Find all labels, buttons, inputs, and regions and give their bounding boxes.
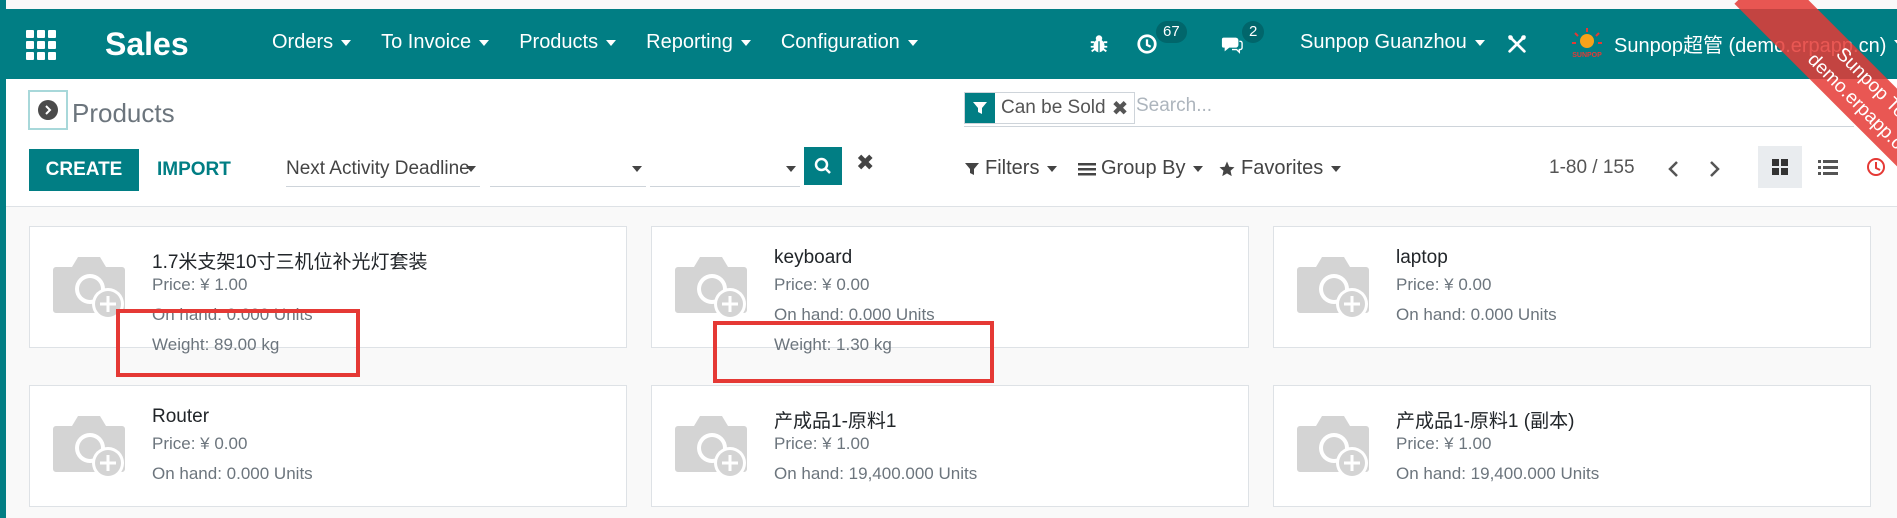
camera-placeholder-icon (1297, 257, 1369, 320)
product-price: Price: ¥ 1.00 (152, 275, 248, 294)
product-card[interactable]: Router Price: ¥ 0.00 On hand: 0.000 Unit… (29, 385, 627, 507)
product-price: Price: ¥ 1.00 (774, 434, 870, 453)
search-facet: Can be Sold ✖ (964, 92, 1136, 124)
kanban-view-icon[interactable] (1758, 146, 1802, 188)
toggle-arrow-icon (38, 100, 58, 120)
group-by-label: Group By (1101, 157, 1186, 179)
sort-order-select[interactable] (490, 151, 646, 187)
toggle-sidebar-button[interactable] (28, 90, 68, 130)
search-input[interactable] (1134, 94, 1838, 118)
create-button[interactable]: CREATE (29, 149, 139, 191)
product-on-hand: On hand: 0.000 Units (152, 464, 313, 483)
company-switcher[interactable]: Sunpop Guanzhou (1300, 31, 1485, 54)
chat-icon[interactable]: 2 (1220, 21, 1265, 57)
search-button[interactable] (804, 147, 842, 185)
favorites-dropdown[interactable]: Favorites (1218, 157, 1342, 180)
product-card[interactable]: keyboard Price: ¥ 0.00 On hand: 0.000 Un… (651, 226, 1249, 354)
camera-placeholder-icon (53, 416, 125, 479)
product-name: 1.7米支架10寸三机位补光灯套装 (152, 252, 428, 273)
activity-count-badge: 67 (1156, 21, 1187, 43)
pager-value[interactable]: 1-80 / 155 (1549, 157, 1635, 179)
group-by-dropdown[interactable]: Group By (1078, 157, 1204, 180)
navbar-systray: 67 2 Sunpop Guanzhou SUNPOP Sunpop超管 (de… (0, 21, 1897, 65)
message-count-badge: 2 (1242, 21, 1265, 43)
top-navbar: Sales Orders To Invoice Products Reporti… (0, 9, 1897, 79)
sort-field-select[interactable]: Next Activity Deadline (286, 151, 480, 187)
bars-icon (1078, 162, 1096, 175)
close-icon[interactable]: ✖ (1112, 96, 1135, 121)
search-bar: Can be Sold ✖ (964, 92, 1854, 127)
product-on-hand: On hand: 19,400.000 Units (774, 464, 978, 483)
caret-down-icon (1047, 165, 1058, 172)
product-name: keyboard (774, 247, 853, 268)
company-name: Sunpop Guanzhou (1300, 31, 1467, 53)
sort-field-value: Next Activity Deadline (286, 157, 470, 179)
product-price: Price: ¥ 0.00 (774, 275, 870, 294)
camera-placeholder-icon (1297, 416, 1369, 479)
facet-label: Can be Sold (1001, 97, 1106, 118)
camera-placeholder-icon (675, 416, 747, 479)
search-icon (814, 157, 831, 174)
favorites-label: Favorites (1241, 157, 1324, 179)
control-panel: Products Can be Sold ✖ CREATE IMPORT Nex… (6, 79, 1897, 207)
star-icon (1219, 161, 1235, 176)
product-weight: Weight: 1.30 kg (774, 335, 892, 354)
product-kanban: 1.7米支架10寸三机位补光灯套装 Price: ¥ 1.00 On hand:… (6, 207, 1897, 518)
product-price: Price: ¥ 0.00 (152, 434, 248, 453)
product-card[interactable]: laptop Price: ¥ 0.00 On hand: 0.000 Unit… (1273, 226, 1871, 348)
filter-funnel-icon (965, 162, 979, 175)
import-button[interactable]: IMPORT (149, 149, 239, 191)
product-price: Price: ¥ 1.00 (1396, 434, 1492, 453)
activity-view-icon[interactable] (1854, 146, 1897, 188)
product-on-hand: On hand: 19,400.000 Units (1396, 464, 1600, 483)
product-card[interactable]: 产成品1-原料1 Price: ¥ 1.00 On hand: 19,400.0… (651, 385, 1249, 507)
product-on-hand: On hand: 0.000 Units (152, 305, 313, 324)
product-price: Price: ¥ 0.00 (1396, 275, 1492, 294)
company-logo: SUNPOP (1572, 28, 1602, 59)
user-name: Sunpop超管 (demo.erpapp.cn) (1614, 34, 1887, 57)
product-weight: Weight: 89.00 kg (152, 335, 280, 354)
chevron-left-icon[interactable] (1658, 151, 1688, 187)
product-card[interactable]: 1.7米支架10寸三机位补光灯套装 Price: ¥ 1.00 On hand:… (29, 226, 627, 354)
filter-funnel-icon (965, 93, 995, 123)
camera-placeholder-icon (675, 257, 747, 320)
product-name: 产成品1-原料1 (副本) (1396, 411, 1575, 432)
product-name: Router (152, 406, 210, 427)
product-on-hand: On hand: 0.000 Units (1396, 305, 1557, 324)
clear-button[interactable]: ✖ (856, 150, 874, 176)
breadcrumb: Products (72, 98, 175, 128)
clock-icon[interactable]: 67 (1136, 21, 1187, 57)
list-view-icon[interactable] (1806, 146, 1850, 188)
caret-down-icon (632, 166, 642, 172)
caret-down-icon (786, 166, 796, 172)
svg-text:SUNPOP: SUNPOP (1572, 52, 1602, 59)
filter-value-select[interactable] (650, 151, 800, 187)
camera-placeholder-icon (53, 257, 125, 320)
user-menu[interactable]: SUNPOP Sunpop超管 (demo.erpapp.cn) (1570, 27, 1897, 59)
bug-icon[interactable] (1088, 33, 1112, 57)
tools-icon[interactable] (1506, 33, 1530, 57)
filters-label: Filters (985, 157, 1040, 179)
product-on-hand: On hand: 0.000 Units (774, 305, 935, 324)
left-accent-rail (0, 0, 6, 518)
filters-dropdown[interactable]: Filters (964, 157, 1058, 180)
caret-down-icon (466, 166, 476, 172)
caret-down-icon (1474, 39, 1485, 46)
caret-down-icon (1193, 165, 1204, 172)
product-name: laptop (1396, 247, 1448, 268)
product-card[interactable]: 产成品1-原料1 (副本) Price: ¥ 1.00 On hand: 19,… (1273, 385, 1871, 507)
product-name: 产成品1-原料1 (774, 411, 897, 432)
caret-down-icon (1331, 165, 1342, 172)
chevron-right-icon[interactable] (1700, 151, 1730, 187)
